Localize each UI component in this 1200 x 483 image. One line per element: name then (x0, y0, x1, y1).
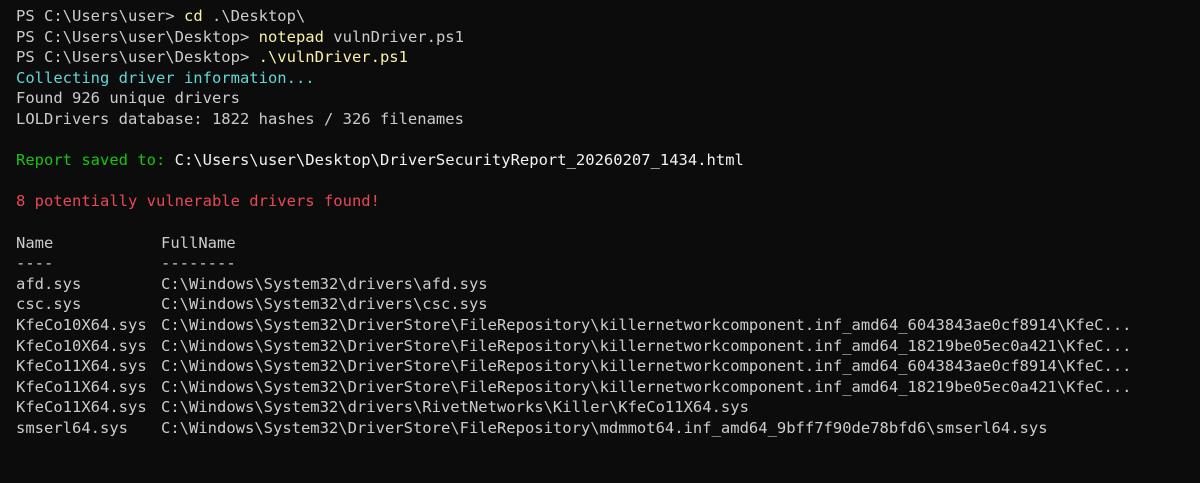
driver-fullname: C:\Windows\System32\drivers\afd.sys (161, 274, 488, 293)
command-line: PS C:\Users\user\Desktop> notepad vulnDr… (16, 27, 1200, 48)
column-header-name: Name (16, 233, 54, 252)
driver-name: smserl64.sys (16, 418, 128, 437)
table-row: afd.sys C:\Windows\System32\drivers\afd.s… (16, 274, 1200, 295)
driver-name: KfeCo11X64.sys (16, 357, 147, 376)
command: cd (183, 7, 203, 25)
driver-name: KfeCo11X64.sys (16, 377, 147, 396)
command-line: PS C:\Users\user> cd .\Desktop\ (16, 6, 1200, 27)
driver-fullname: C:\Windows\System32\DriverStore\FileRepo… (161, 357, 1132, 376)
driver-fullname: C:\Windows\System32\DriverStore\FileRepo… (161, 336, 1132, 355)
table-row: KfeCo10X64.sys C:\Windows\System32\Driver… (16, 336, 1200, 357)
collecting-status: Collecting driver information... (16, 68, 315, 87)
table-header: Name FullName (16, 233, 1200, 254)
prompt: PS C:\Users\user> (16, 7, 184, 25)
command-args: vulnDriver.ps1 (323, 27, 464, 46)
driver-name: KfeCo10X64.sys (16, 315, 147, 334)
column-underline-fullname: -------- (161, 254, 236, 273)
driver-fullname: C:\Windows\System32\DriverStore\FileRepo… (161, 315, 1132, 334)
driver-fullname: C:\Windows\System32\drivers\csc.sys (161, 295, 488, 314)
command-args: .\Desktop\ (202, 7, 306, 25)
table-row: KfeCo11X64.sys C:\Windows\System32\Driver… (16, 377, 1200, 398)
driver-name: csc.sys (16, 295, 82, 314)
column-header-fullname: FullName (161, 233, 236, 252)
report-saved-line: Report saved to: C:\Users\user\Desktop\D… (16, 150, 1200, 171)
command: notepad (258, 27, 324, 46)
driver-fullname: C:\Windows\System32\DriverStore\FileRepo… (161, 377, 1132, 396)
driver-fullname: C:\Windows\System32\drivers\RivetNetwork… (161, 398, 749, 417)
driver-name: afd.sys (16, 274, 82, 293)
table-row: csc.sys C:\Windows\System32\drivers\csc.s… (16, 294, 1200, 315)
table-row: KfeCo10X64.sys C:\Windows\System32\Driver… (16, 315, 1200, 336)
terminal-window[interactable]: PS C:\Users\user> cd .\Desktop\ PS C:\Us… (0, 0, 1200, 483)
loldrivers-db-text: LOLDrivers database: 1822 hashes / 326 f… (16, 109, 464, 128)
prompt: PS C:\Users\user\Desktop> (16, 27, 259, 46)
driver-name: KfeCo10X64.sys (16, 336, 147, 355)
column-underline-name: ---- (16, 254, 54, 273)
table-row: KfeCo11X64.sys C:\Windows\System32\Driver… (16, 356, 1200, 377)
driver-fullname: C:\Windows\System32\DriverStore\FileRepo… (161, 418, 1048, 437)
command-line: PS C:\Users\user\Desktop> .\vulnDriver.p… (16, 47, 1200, 68)
command: .\vulnDriver.ps1 (258, 48, 408, 67)
prompt: PS C:\Users\user\Desktop> (16, 48, 259, 67)
driver-name: KfeCo11X64.sys (16, 398, 147, 417)
report-path: C:\Users\user\Desktop\DriverSecurityRepo… (174, 151, 744, 170)
table-row: smserl64.sys C:\Windows\System32\DriverSt… (16, 418, 1200, 439)
table-row: KfeCo11X64.sys C:\Windows\System32\driver… (16, 397, 1200, 418)
report-saved-label: Report saved to: (16, 151, 175, 170)
table-header-underline: ---- -------- (16, 253, 1200, 274)
vulnerable-drivers-warning: 8 potentially vulnerable drivers found! (16, 192, 380, 211)
found-drivers-text: Found 926 unique drivers (16, 89, 240, 108)
